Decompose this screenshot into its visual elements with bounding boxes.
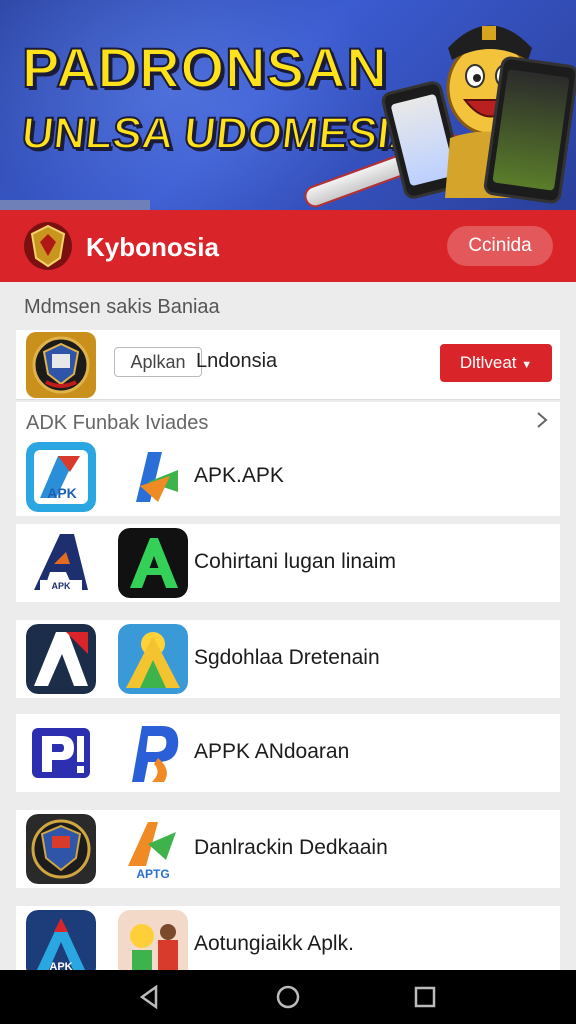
a-red-icon [26, 624, 96, 694]
section-caption: Mdmsen sakis Baniaa [24, 296, 220, 318]
download-dropdown-button[interactable]: Dltlveat ▼ [440, 344, 552, 382]
caret-down-icon: ▼ [521, 359, 533, 371]
shield-icon [26, 814, 96, 884]
svg-text:APK: APK [47, 485, 77, 501]
app-name: APK.APK [194, 464, 284, 487]
app-name: Cohirtani lugan linaim [194, 550, 396, 573]
home-icon[interactable] [271, 980, 305, 1014]
recents-icon[interactable] [408, 980, 442, 1014]
banner-glow [0, 0, 380, 210]
list-header[interactable]: ADK Funbak Iviades [16, 402, 560, 438]
download-button-label: Dltlveat [459, 353, 517, 372]
svg-text:APTG: APTG [136, 867, 169, 881]
app-list-item[interactable]: APK APK.APK [16, 438, 560, 516]
app-list-item[interactable]: APPK ANdoaran [16, 714, 560, 792]
featured-tag: Aplkan [114, 347, 202, 377]
a-sun-icon [118, 624, 188, 694]
apk-blue-icon: APK [26, 442, 96, 512]
list-title: ADK Funbak Iviades [26, 412, 209, 434]
a-green-icon [118, 528, 188, 598]
app-name: Danlrackin Dedkaain [194, 836, 388, 859]
arrow-logo-icon [118, 442, 188, 512]
p-icon [26, 718, 96, 788]
app-name: Sgdohlaa Dretenain [194, 646, 380, 669]
emblem-logo-icon [24, 222, 72, 270]
app-name: Aotungiaikk Aplk. [194, 932, 354, 955]
header-action-button[interactable]: Ccinida [447, 226, 553, 266]
a-logo-icon: APK [26, 528, 96, 598]
back-icon[interactable] [132, 980, 166, 1014]
app-list-item[interactable]: APTG Danlrackin Dedkaain [16, 810, 560, 888]
system-nav-bar [0, 970, 576, 1024]
app-list-item[interactable]: APK Cohirtani lugan linaim [16, 524, 560, 602]
p-swirl-icon [118, 718, 188, 788]
banner-progress [0, 200, 150, 210]
featured-app-card[interactable]: Aplkan Lndonsia Dltlveat ▼ [16, 330, 560, 400]
banner-title: PADRONSAN [21, 36, 388, 99]
svg-text:APK: APK [51, 581, 71, 591]
promo-banner[interactable]: PADRONSAN UNLSA UDOMESIA [0, 0, 576, 210]
app-name: APPK ANdoaran [194, 740, 350, 763]
app-header: Kybonosia Ccinida [0, 210, 576, 282]
app-list-item[interactable]: Sgdohlaa Dretenain [16, 620, 560, 698]
apk-figure-icon: APTG [118, 814, 188, 884]
shield-badge-icon [26, 332, 96, 398]
chevron-right-icon[interactable] [532, 410, 552, 430]
banner-subtitle: UNLSA UDOMESIA [18, 108, 424, 159]
app-title: Kybonosia [86, 232, 219, 262]
featured-app-name: Lndonsia [196, 350, 278, 372]
